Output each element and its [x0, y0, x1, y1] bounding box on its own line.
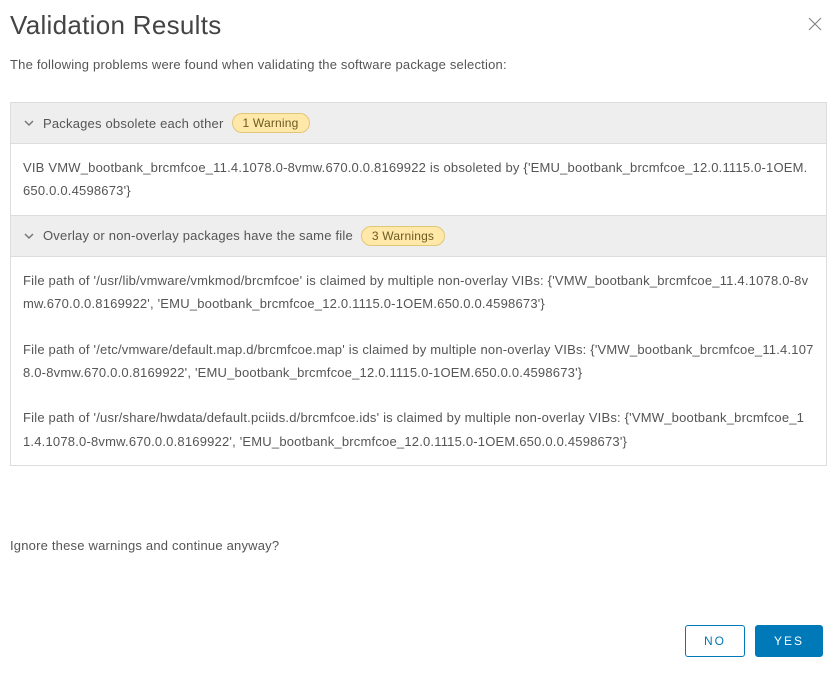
warning-item: VIB VMW_bootbank_brcmfcoe_11.4.1078.0-8v…: [23, 156, 814, 203]
no-button[interactable]: NO: [685, 625, 745, 657]
warning-item: File path of '/usr/share/hwdata/default.…: [23, 406, 814, 453]
warning-badge: 3 Warnings: [361, 226, 445, 246]
yes-button[interactable]: YES: [755, 625, 823, 657]
footer-buttons: NO YES: [685, 625, 823, 657]
panel-header-overlay[interactable]: Overlay or non-overlay packages have the…: [11, 216, 826, 257]
chevron-down-icon: [23, 117, 35, 129]
close-button[interactable]: [803, 12, 827, 39]
dialog-header: Validation Results: [10, 10, 827, 57]
panel-body-overlay: File path of '/usr/lib/vmware/vmkmod/brc…: [11, 257, 826, 465]
close-icon: [807, 16, 823, 32]
panel-header-obsolete[interactable]: Packages obsolete each other 1 Warning: [11, 103, 826, 144]
panel-title: Packages obsolete each other: [43, 116, 224, 131]
dialog-description: The following problems were found when v…: [10, 57, 827, 72]
warning-item: File path of '/usr/lib/vmware/vmkmod/brc…: [23, 269, 814, 316]
page-title: Validation Results: [10, 10, 222, 41]
panel-title: Overlay or non-overlay packages have the…: [43, 228, 353, 243]
warning-item: File path of '/etc/vmware/default.map.d/…: [23, 338, 814, 385]
panel-obsolete: Packages obsolete each other 1 Warning V…: [10, 102, 827, 216]
chevron-down-icon: [23, 230, 35, 242]
warning-badge: 1 Warning: [232, 113, 310, 133]
panel-body-obsolete: VIB VMW_bootbank_brcmfcoe_11.4.1078.0-8v…: [11, 144, 826, 215]
panel-overlay: Overlay or non-overlay packages have the…: [10, 216, 827, 466]
footer-question: Ignore these warnings and continue anywa…: [10, 538, 827, 553]
